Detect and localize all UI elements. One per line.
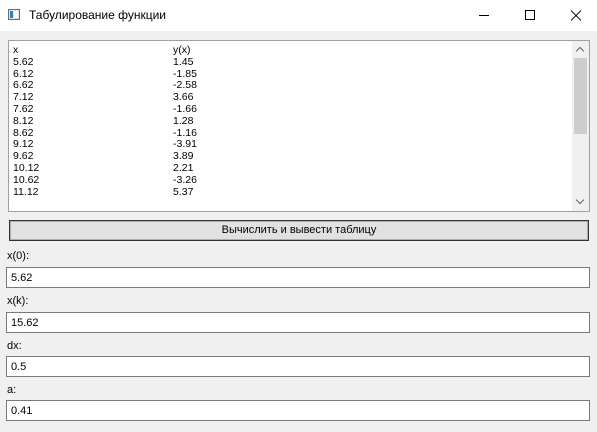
window-title: Табулирование функции [29, 8, 167, 22]
scroll-thumb[interactable] [574, 58, 587, 134]
list-item[interactable]: 9.12 -3.91 [13, 139, 569, 151]
xk-value: 15.62 [11, 317, 39, 329]
dx-value: 0.5 [11, 361, 27, 373]
cell-y: 1.28 [173, 114, 194, 127]
cell-y: 5.37 [173, 185, 194, 198]
cell-x: 11.12 [13, 185, 39, 198]
xk-label: x(k): [7, 295, 29, 307]
cell-x: 5.62 [13, 55, 34, 68]
x0-value: 5.62 [11, 272, 33, 284]
a-label: a: [7, 384, 17, 396]
cell-x: 7.62 [13, 102, 34, 115]
list-item[interactable]: 6.12 -1.85 [13, 68, 569, 81]
list-item[interactable]: 6.62 -2.58 [13, 80, 569, 92]
a-field[interactable]: 0.41 [6, 400, 590, 421]
list-item[interactable]: 10.12 2.21 [13, 161, 569, 175]
x0-field[interactable]: 5.62 [6, 267, 590, 288]
dx-field[interactable]: 0.5 [6, 356, 590, 377]
list-item[interactable]: 7.62 -1.66 [13, 102, 569, 116]
xk-field[interactable]: 15.62 [6, 312, 590, 333]
list-item[interactable]: 11.12 5.37 [13, 185, 569, 199]
a-value: 0.41 [11, 405, 33, 417]
app-icon [8, 9, 20, 20]
cell-y: 1.45 [173, 55, 194, 68]
list-item[interactable]: 8.12 1.28 [13, 114, 569, 128]
cell-y: -1.66 [173, 102, 197, 115]
maximize-icon[interactable] [507, 0, 553, 31]
list-item[interactable]: 8.62 -1.16 [13, 127, 569, 140]
dx-label: dx: [7, 340, 22, 352]
results-list: x y(x) 5.62 1.45 6.12 -1.85 6.62 -2.58 7… [13, 44, 569, 199]
vertical-scrollbar[interactable] [572, 41, 589, 211]
list-item[interactable]: 10.62 -3.26 [13, 173, 569, 187]
app-window: Табулирование функции x y(x) 5.62 1.45 6… [0, 0, 597, 432]
cell-x: 8.12 [13, 114, 34, 127]
list-item[interactable]: 9.62 3.89 [13, 150, 569, 163]
cell-y: -3.26 [173, 173, 197, 186]
list-header: x y(x) [13, 44, 569, 57]
scroll-down-arrow-icon[interactable] [572, 194, 589, 211]
title-bar: Табулирование функции [0, 0, 597, 31]
x0-label: x(0): [7, 250, 29, 262]
minimize-icon[interactable] [461, 0, 507, 31]
cell-x: 10.12 [13, 161, 40, 174]
cell-x: 10.62 [13, 173, 40, 186]
results-listbox[interactable]: x y(x) 5.62 1.45 6.12 -1.85 6.62 -2.58 7… [8, 40, 590, 212]
list-item[interactable]: 5.62 1.45 [13, 55, 569, 69]
compute-table-button[interactable]: Вычислить и вывести таблицу [9, 220, 589, 241]
list-item[interactable]: 7.12 3.66 [13, 91, 569, 104]
close-icon[interactable] [552, 0, 597, 31]
scroll-up-arrow-icon[interactable] [572, 41, 589, 58]
cell-y: 2.21 [173, 161, 194, 174]
